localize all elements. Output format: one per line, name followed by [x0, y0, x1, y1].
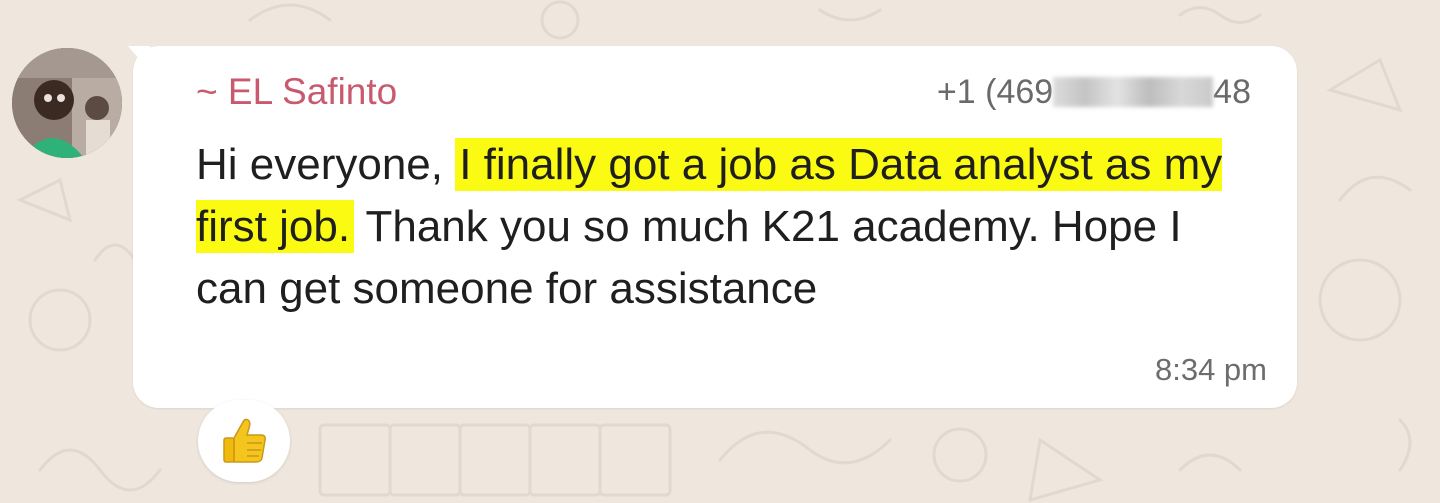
sender-name[interactable]: ~ EL Safinto	[196, 68, 397, 116]
message-text: Hi everyone, I finally got a job as Data…	[196, 134, 1256, 320]
message-timestamp: 8:34 pm	[1154, 352, 1267, 387]
sender-phone: +1 (469 48	[937, 68, 1251, 116]
message-bubble[interactable]: ~ EL Safinto +1 (469 48 Hi everyone, I fi…	[133, 46, 1297, 408]
phone-prefix: +1 (469	[936, 73, 1054, 111]
phone-suffix: 48	[1213, 73, 1251, 111]
avatar-photo-icon	[12, 48, 122, 158]
sender-avatar[interactable]	[12, 48, 122, 158]
thumbs-up-icon	[223, 418, 266, 463]
redacted-phone-digits	[1053, 77, 1214, 107]
message-text-before: Hi everyone,	[196, 140, 456, 189]
reaction-badge[interactable]	[198, 400, 290, 482]
